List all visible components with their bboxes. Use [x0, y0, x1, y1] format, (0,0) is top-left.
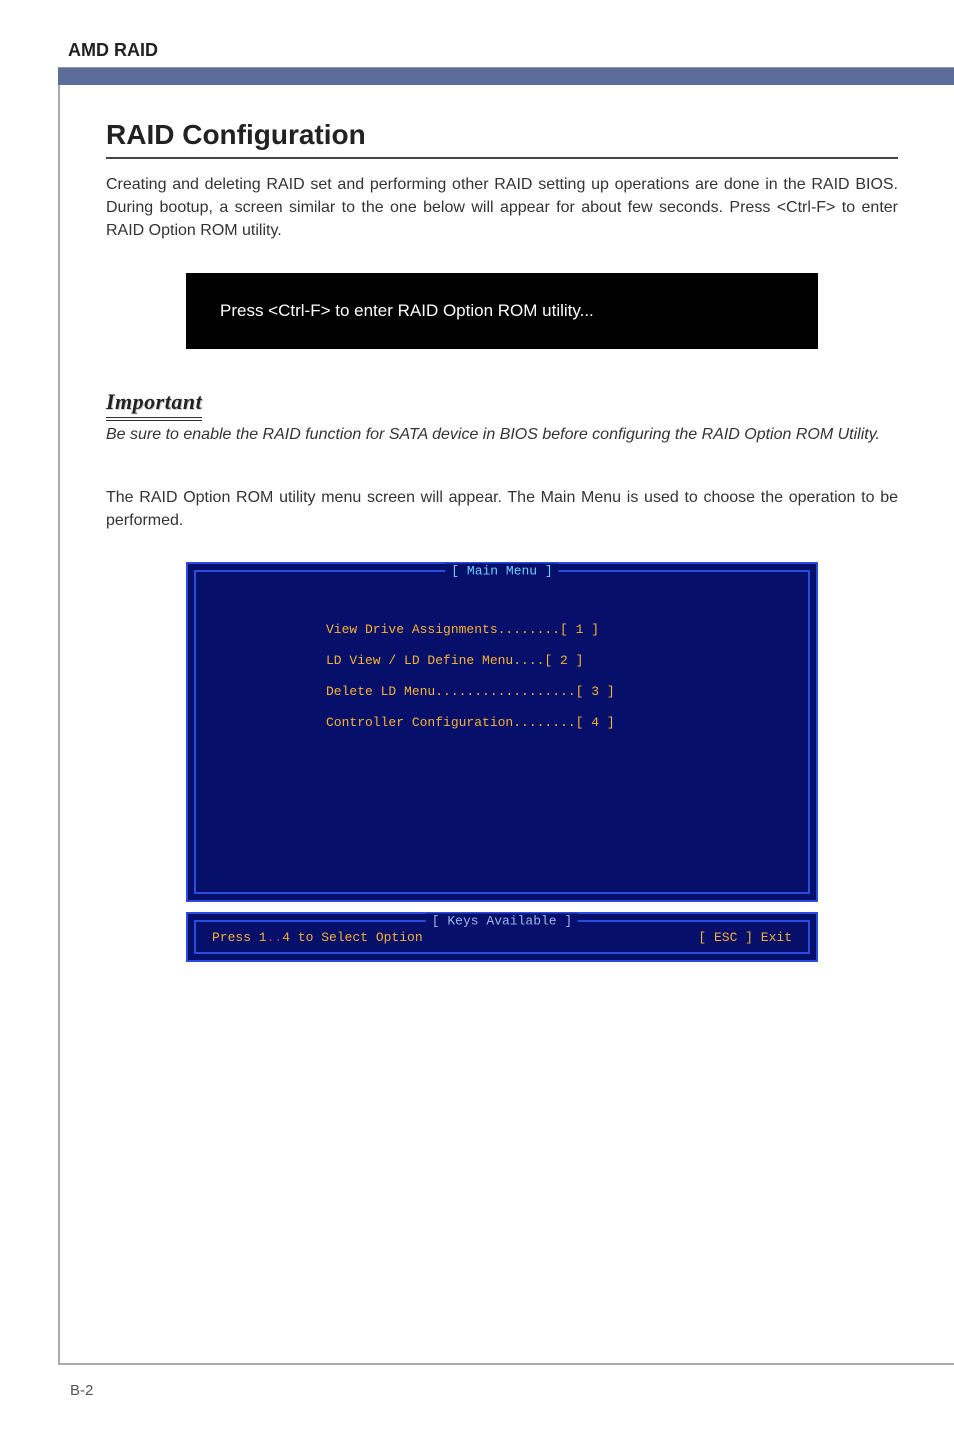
important-note: Be sure to enable the RAID function for … [106, 423, 898, 446]
keys-left-dots: .. [267, 930, 283, 945]
header-divider-bar [58, 67, 954, 85]
bios-menu-item: LD View / LD Define Menu....[ 2 ] [326, 653, 808, 668]
page-content-frame: RAID Configuration Creating and deleting… [58, 85, 954, 1365]
bios-keys-title: [ Keys Available ] [426, 914, 578, 929]
bios-keys-box: [ Keys Available ] Press 1..4 to Select … [186, 912, 818, 962]
intro-paragraph: Creating and deleting RAID set and perfo… [106, 173, 898, 243]
bios-keys-right: [ ESC ] Exit [698, 930, 792, 945]
important-heading-wrap: Important [106, 389, 898, 421]
bios-menu-item: Controller Configuration........[ 4 ] [326, 715, 808, 730]
bios-menu-item: Delete LD Menu..................[ 3 ] [326, 684, 808, 699]
bios-keys-inner: [ Keys Available ] Press 1..4 to Select … [194, 920, 810, 954]
important-label: Important [106, 389, 202, 421]
bios-main-menu-title: [ Main Menu ] [445, 564, 558, 579]
header-section-label: AMD RAID [0, 0, 954, 67]
keys-left-prefix: Press 1 [212, 930, 267, 945]
bios-menu-list: View Drive Assignments........[ 1 ] LD V… [196, 572, 808, 730]
section-heading: RAID Configuration [106, 119, 898, 159]
boot-prompt-box: Press <Ctrl-F> to enter RAID Option ROM … [186, 273, 818, 349]
bios-main-menu-inner: [ Main Menu ] View Drive Assignments....… [194, 570, 810, 894]
bios-screenshot: [ Main Menu ] View Drive Assignments....… [186, 562, 818, 962]
keys-left-suffix: 4 to Select Option [282, 930, 422, 945]
menu-intro-paragraph: The RAID Option ROM utility menu screen … [106, 486, 898, 532]
page-number: B-2 [70, 1382, 93, 1399]
bios-main-menu-box: [ Main Menu ] View Drive Assignments....… [186, 562, 818, 902]
bios-menu-item: View Drive Assignments........[ 1 ] [326, 622, 808, 637]
bios-keys-left: Press 1..4 to Select Option [212, 930, 423, 945]
